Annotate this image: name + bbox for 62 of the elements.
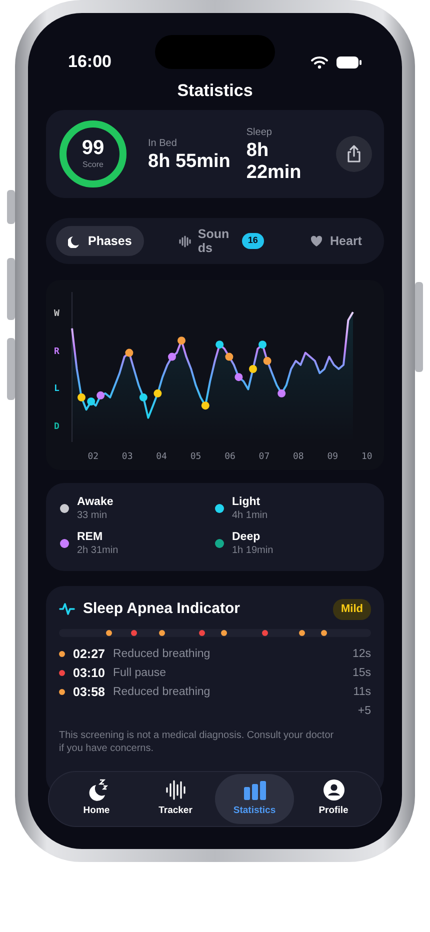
tab[interactable]: Sounds 16 [166,226,276,256]
legend-name: Deep [232,530,262,544]
metric-value: 8h 55min [148,150,230,172]
moon-icon [68,234,82,248]
bar-chart-icon [242,779,266,802]
event-duration: 11s [353,684,371,700]
nav-item[interactable]: Statistics [215,774,294,824]
nav-item[interactable]: Profile [294,774,373,824]
more-count: +5 [358,704,371,718]
legend-value: 33 min [77,509,108,522]
nav-item[interactable]: Home [57,774,136,824]
metric-label: In Bed [148,136,178,150]
axis-label: 05 [190,450,202,464]
legend-name: Light [232,495,262,509]
screen-title: Statistics [176,80,254,102]
status-time: 16:00 [68,51,112,74]
axis-label: 08 [293,450,304,464]
battery-icon [336,56,362,68]
count-badge: 16 [242,233,264,249]
card-title: Sleep Apnea Indicator [83,599,240,619]
legend-value: 1h 19min [232,544,274,557]
axis-label: 03 [122,450,133,464]
heart-icon [310,234,324,248]
event-label: Full pause [112,666,166,680]
nav-item[interactable]: Tracker [136,774,215,824]
pulse-icon [59,602,75,616]
tab[interactable]: Heart [298,226,374,256]
legend-name: Awake [77,495,114,509]
axis-label: 07 [258,450,270,464]
legend-name: REM [77,530,104,544]
axis-label: 06 [224,450,236,464]
event-duration: 12s [352,646,371,662]
axis-label: 02 [88,450,99,464]
score-ring [58,119,128,189]
axis-label: R [54,346,60,359]
score-value: 99 [82,137,104,159]
score-label: Score [82,159,104,171]
share-button[interactable] [336,136,372,172]
waveform-icon [178,234,192,248]
legend-value: 2h 31min [77,544,118,557]
axis-label: D [54,420,60,434]
metric-label: Sleep [246,126,273,140]
axis-label: W [54,308,60,322]
axis-label: 10 [361,450,372,464]
profile-icon [322,779,344,802]
share-icon [346,145,362,163]
event-time: 03:10 [73,664,105,682]
disclaimer-text: This screening is not a medical diagnosis. Consult your doctor if you have concerns. [59,728,335,754]
axis-label: L [54,383,60,396]
wifi-icon [311,56,328,68]
event-label: Reduced breathing [112,684,210,700]
tab[interactable]: Phases [56,226,144,256]
event-time: 03:58 [73,684,105,700]
event-label: Reduced breathing [112,646,210,662]
event-time: 02:27 [73,646,105,662]
legend-value: 4h 1min [232,509,268,522]
waveform-icon [164,779,186,802]
severity-badge: Mild [333,599,371,620]
axis-label: 09 [327,450,338,464]
metric-value: 8h 22min [246,140,302,184]
axis-label: 04 [156,450,167,464]
event-duration: 15s [352,666,371,680]
